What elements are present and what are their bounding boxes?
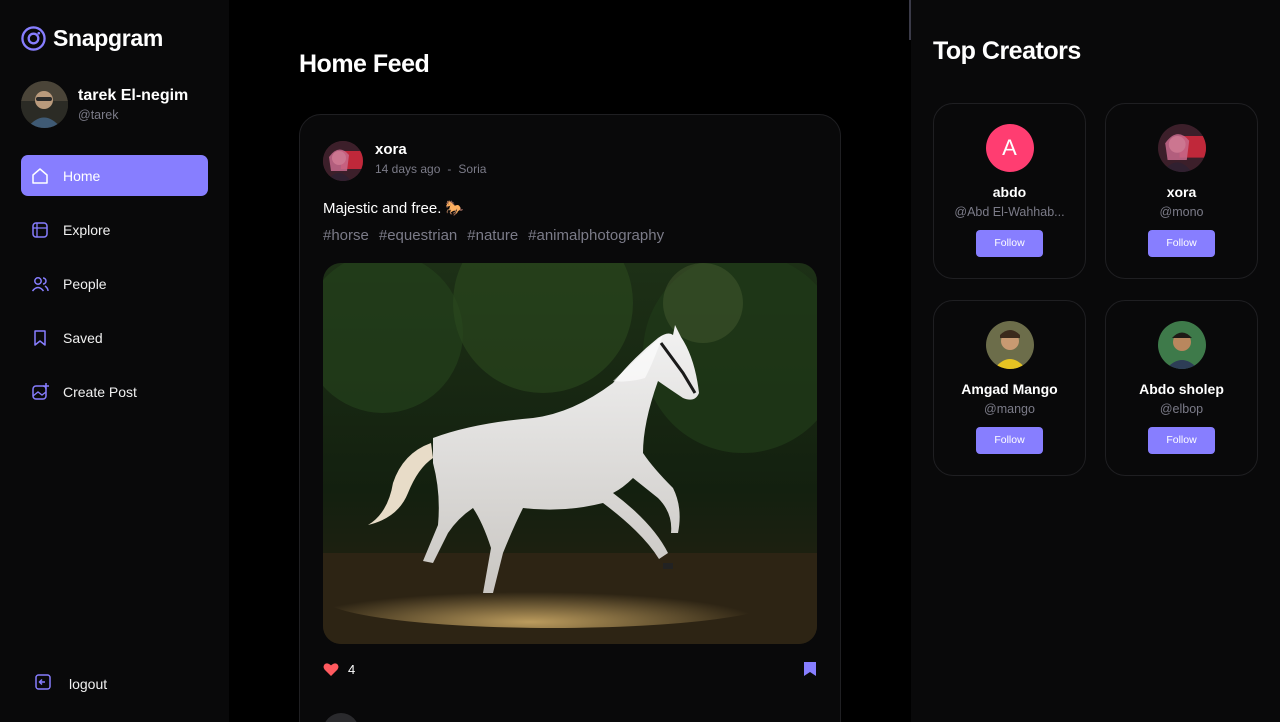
main-nav: Home Explore People Saved Create Post [21, 155, 208, 425]
post-meta: 14 days ago - Soria [375, 162, 486, 176]
nav-item-explore[interactable]: Explore [21, 209, 208, 250]
app-logo[interactable]: Snapgram [21, 25, 163, 52]
creator-name: Amgad Mango [961, 381, 1058, 397]
post-author-avatar[interactable] [323, 141, 363, 181]
post-caption: Majestic and free. 🐎 [323, 199, 465, 218]
creator-name: xora [1166, 184, 1197, 200]
right-sidebar: Top Creators A abdo @Abd El-Wahhab... Fo… [911, 0, 1280, 722]
creator-card[interactable]: Abdo sholep @elbop Follow [1105, 300, 1258, 476]
post-tags: #horse #equestrian #nature #animalphotog… [323, 227, 664, 244]
nav-label-home: Home [63, 167, 101, 184]
page-title: Home Feed [299, 50, 430, 78]
creator-handle: @mono [1159, 205, 1204, 219]
post-actions: 4 [323, 661, 817, 677]
tag[interactable]: #nature [467, 227, 518, 244]
nav-item-people[interactable]: People [21, 263, 208, 304]
logout-label: logout [69, 675, 108, 692]
creator-name: abdo [992, 184, 1027, 200]
tag[interactable]: #horse [323, 227, 369, 244]
create-post-icon [30, 382, 50, 402]
follow-button[interactable]: Follow [976, 427, 1043, 454]
like-count: 4 [348, 661, 356, 677]
meta-separator: - [447, 162, 452, 176]
nav-label-explore: Explore [63, 221, 111, 238]
next-post-preview [323, 713, 809, 722]
user-handle: @tarek [78, 108, 119, 122]
avatar [1157, 321, 1206, 369]
home-icon [30, 166, 50, 186]
logout-icon [33, 672, 53, 695]
tag[interactable]: #animalphotography [528, 227, 664, 244]
avatar: A [985, 124, 1034, 172]
nav-label-create-post: Create Post [63, 383, 137, 400]
creator-name: Abdo sholep [1139, 381, 1224, 397]
follow-button[interactable]: Follow [1148, 427, 1215, 454]
creator-card[interactable]: xora @mono Follow [1105, 103, 1258, 279]
save-bookmark-icon[interactable] [803, 661, 817, 677]
logo-icon [21, 26, 46, 51]
avatar [1157, 124, 1206, 172]
user-name: tarek El-negim [78, 87, 189, 104]
creator-card[interactable]: Amgad Mango @mango Follow [933, 300, 1086, 476]
left-sidebar: Snapgram tarek El-negim @tarek Home Expl… [0, 0, 229, 722]
logout-button[interactable]: logout [33, 672, 107, 695]
post-image[interactable] [323, 263, 817, 644]
like-control[interactable]: 4 [323, 662, 355, 677]
avatar [21, 81, 68, 128]
tag[interactable]: #equestrian [379, 227, 457, 244]
post-caption-text: Majestic and free. [323, 199, 442, 217]
explore-icon [30, 220, 50, 240]
creator-handle: @elbop [1159, 402, 1204, 416]
horse-emoji-icon: 🐎 [445, 200, 465, 217]
nav-item-saved[interactable]: Saved [21, 317, 208, 358]
post-location: Soria [458, 162, 487, 176]
avatar [985, 321, 1034, 369]
nav-item-home[interactable]: Home [21, 155, 208, 196]
post-author-name[interactable]: xora [375, 141, 486, 158]
avatar [323, 713, 359, 722]
people-icon [30, 274, 50, 294]
creator-handle: @Abd El-Wahhab... [954, 205, 1065, 219]
creator-card[interactable]: A abdo @Abd El-Wahhab... Follow [933, 103, 1086, 279]
nav-label-saved: Saved [63, 329, 103, 346]
creator-handle: @mango [984, 402, 1035, 416]
avatar-letter: A [1002, 135, 1017, 160]
user-profile-link[interactable]: tarek El-negim @tarek [21, 81, 188, 128]
post-time: 14 days ago [375, 162, 441, 176]
app-name: Snapgram [53, 25, 164, 51]
bookmark-icon [30, 328, 50, 348]
nav-item-create-post[interactable]: Create Post [21, 371, 208, 412]
nav-label-people: People [63, 275, 107, 292]
post-header: xora 14 days ago - Soria [323, 141, 486, 181]
follow-button[interactable]: Follow [1148, 230, 1215, 257]
top-creators-title: Top Creators [933, 37, 1081, 65]
follow-button[interactable]: Follow [976, 230, 1043, 257]
main-feed: Home Feed xora 14 days ago - Soria Majes… [229, 0, 910, 722]
heart-icon [323, 662, 339, 676]
post-card: xora 14 days ago - Soria Majestic and fr… [299, 114, 841, 722]
